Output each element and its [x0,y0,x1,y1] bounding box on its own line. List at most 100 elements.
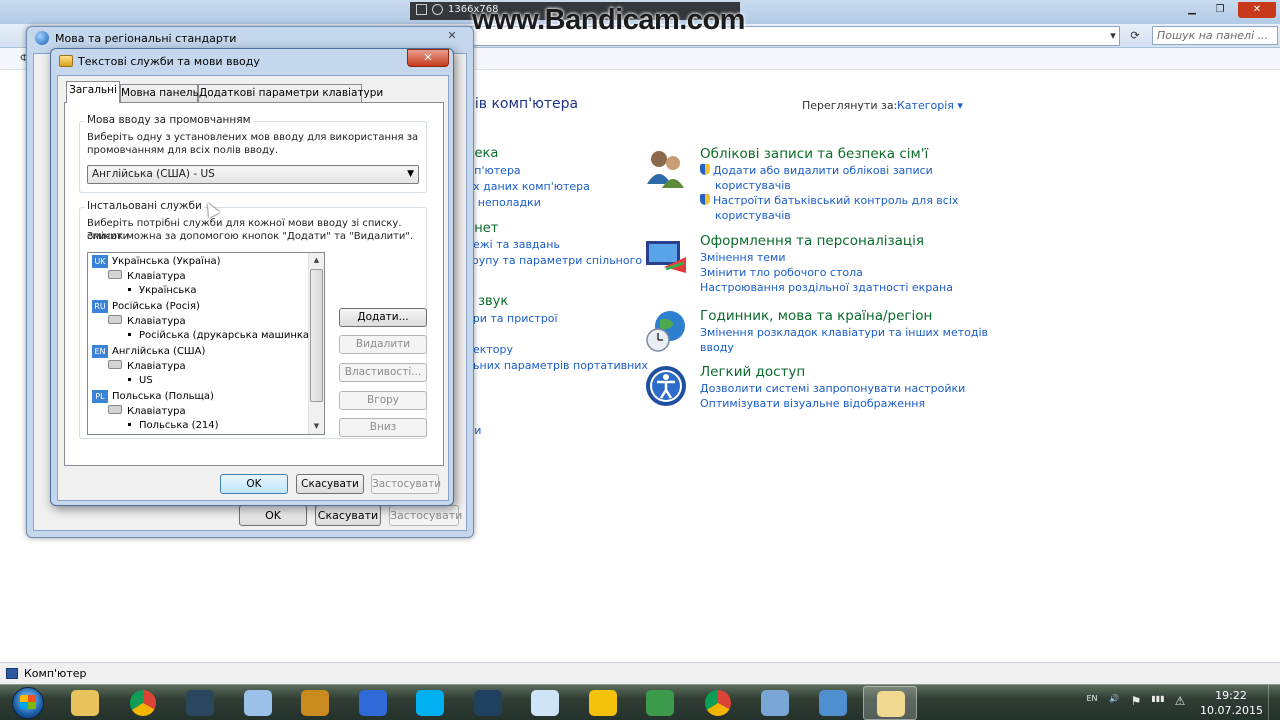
vertical-scrollbar[interactable]: ▲ ▼ [308,253,324,434]
view-by-dropdown[interactable]: Категорія ▾ [897,99,963,112]
taskbar-item-skype[interactable] [403,686,457,720]
tree-keyboard-node[interactable]: Клавіатура [108,405,186,420]
taskbar-item-steam[interactable] [173,686,227,720]
maximize-button[interactable]: ❐ [1208,2,1232,18]
network-icon[interactable]: ▮▮▮ [1151,694,1165,710]
tree-layout-node[interactable]: Російська (друкарська машинка) [128,330,313,345]
view-by-label: Переглянути за: [802,99,898,112]
scroll-thumb[interactable] [310,269,323,402]
move-down-button[interactable]: Вниз [339,418,427,437]
scroll-down-icon[interactable]: ▼ [309,419,324,434]
apply-button[interactable]: Застосувати [371,474,441,494]
taskbar-item-control-panel[interactable] [748,686,802,720]
dropdown-arrow-icon[interactable]: ▾ [1104,27,1122,45]
tree-node-label: US [139,375,153,386]
category-link-partial[interactable]: ери та пристрої [466,312,558,325]
keyboard-icon [108,405,122,414]
taskbar-item-installer[interactable] [633,686,687,720]
category-title[interactable]: Годинник, мова та країна/регіон [700,308,932,324]
ok-button[interactable]: OK [220,474,288,494]
cancel-button[interactable]: Скасувати [315,505,381,526]
category-link[interactable]: Оптимізувати візуальне відображення [700,397,925,410]
category-link[interactable]: вводу [700,341,734,354]
default-language-select[interactable]: Англійська (США) - US ▼ [87,165,419,184]
taskbar-item-chrome[interactable] [116,686,170,720]
category-title[interactable]: Оформлення та персоналізація [700,233,924,249]
refresh-icon[interactable]: ⟳ [1126,27,1144,45]
volume-icon[interactable]: 🔊 [1107,694,1121,710]
close-button[interactable]: ✕ [1238,2,1276,18]
window-select-icon[interactable] [416,4,427,15]
category-link[interactable]: Змінення теми [700,251,786,264]
category-link[interactable]: Змінення розкладок клавіатури та інших м… [700,326,988,339]
scroll-up-icon[interactable]: ▲ [309,253,324,268]
properties-button[interactable]: Властивості... [339,363,427,382]
tab-advanced-key-settings[interactable]: Додаткові параметри клавіатури [198,84,383,102]
category-link-text: Дозволити системі запропонувати настройк… [700,382,966,395]
move-up-button[interactable]: Вгору [339,391,427,410]
tree-language-node[interactable]: RU Російська (Росія) [92,300,200,315]
remove-button[interactable]: Видалити [339,335,427,354]
control-panel-icon [761,690,789,716]
text-services-dialog: Текстові служби та мови вводу ✕ Загальні… [50,48,454,506]
tree-keyboard-node[interactable]: Клавіатура [108,315,186,330]
category-link[interactable]: Настроювання роздільної здатності екрана [700,281,953,294]
category-link[interactable]: Додати або видалити облікові записи [700,164,933,177]
taskbar-item-media[interactable] [461,686,515,720]
close-button[interactable]: ✕ [439,28,465,44]
zoom-icon[interactable] [432,4,443,15]
clock-time[interactable]: 19:22 [1206,689,1256,702]
steam-icon [186,690,214,716]
show-desktop-button[interactable] [1268,685,1280,720]
category-link-partial[interactable]: мп'ютера [466,164,521,177]
taskbar-item-paint[interactable] [231,686,285,720]
tab-language-bar[interactable]: Мовна панель [120,84,199,102]
tree-language-node[interactable]: UK Українська (Україна) [92,255,221,270]
category-link-partial[interactable]: м неполадки [466,196,541,209]
clock-date[interactable]: 10.07.2015 [1200,704,1263,717]
taskbar-item-explorer[interactable] [58,686,112,720]
tree-language-node[interactable]: PL Польська (Польща) [92,390,214,405]
ok-button[interactable]: OK [239,505,307,526]
tree-layout-node[interactable]: US [128,375,153,390]
category-link[interactable]: Дозволити системі запропонувати настройк… [700,382,965,395]
tree-keyboard-node[interactable]: Клавіатура [108,270,186,285]
tree-node-label: Клавіатура [127,361,186,372]
minimize-button[interactable]: ▁ [1180,2,1204,18]
apply-button[interactable]: Застосувати [389,505,462,526]
taskbar-item-regional[interactable] [806,686,860,720]
language-indicator-icon[interactable]: EN [1085,694,1099,710]
default-language-description: Виберіть одну з установлених мов вводу д… [87,132,419,143]
tree-layout-node[interactable]: Українська [128,285,197,300]
tree-language-node[interactable]: EN Англійська (США) [92,345,205,360]
category-link-partial[interactable]: режі та завдань [466,238,560,251]
category-title[interactable]: Облікові записи та безпека сім'ї [700,146,928,162]
status-bar: Комп'ютер [0,662,1280,684]
search-input[interactable]: Пошук на панелі ... [1152,26,1278,45]
action-center-icon[interactable]: ⚑ [1129,694,1143,710]
add-button[interactable]: Додати... [339,308,427,327]
start-button[interactable] [6,685,48,720]
category-link[interactable]: користувачів [715,209,791,222]
taskbar-item-smiley[interactable] [576,686,630,720]
category-link[interactable]: Змінити тло робочого стола [700,266,863,279]
cancel-button[interactable]: Скасувати [296,474,364,494]
taskbar-item-notes[interactable] [518,686,572,720]
taskbar-item-text-services[interactable] [863,686,917,720]
category-link-partial[interactable]: льних параметрів портативних [466,359,648,372]
category-title[interactable]: Легкий доступ [700,364,805,380]
category-link-partial[interactable]: их даних комп'ютера [466,180,590,193]
category-link-partial[interactable]: групу та параметри спільного [466,254,642,267]
taskbar-item-game[interactable] [288,686,342,720]
taskbar-item-chrome-2[interactable] [691,686,745,720]
tree-keyboard-node[interactable]: Клавіатура [108,360,186,375]
default-language-description: промовчанням для всіх полів вводу. [87,145,278,156]
tree-layout-node[interactable]: Польська (214) [128,420,219,434]
category-link[interactable]: Настроїти батьківський контроль для всіх [700,194,958,207]
close-button[interactable]: ✕ [407,49,449,67]
installed-services-tree[interactable]: UK Українська (Україна) Клавіатура Українсь… [87,252,325,435]
warning-icon[interactable]: ⚠ [1173,694,1187,710]
tab-general[interactable]: Загальні [66,81,120,103]
category-link[interactable]: користувачів [715,179,791,192]
taskbar-item-bluetooth[interactable] [346,686,400,720]
